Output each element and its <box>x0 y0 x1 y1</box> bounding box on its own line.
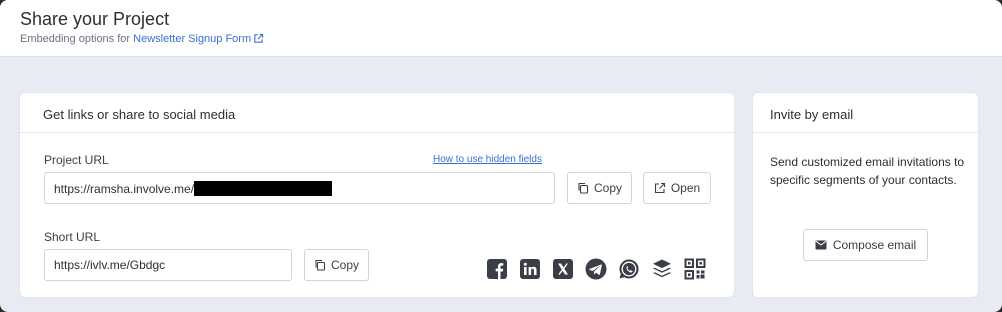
project-url-field[interactable]: https://ramsha.involve.me/ <box>44 172 555 204</box>
invite-card-header: Invite by email <box>753 93 978 133</box>
short-url-value: https://ivlv.me/Gbdgc <box>54 258 166 272</box>
copy-label: Copy <box>330 258 359 272</box>
facebook-icon[interactable] <box>486 258 508 280</box>
external-link-icon <box>254 33 264 43</box>
invite-card-title: Invite by email <box>770 107 854 122</box>
linkedin-icon[interactable] <box>519 258 541 280</box>
external-link-icon <box>654 182 665 194</box>
short-url-label: Short URL <box>44 230 101 244</box>
copy-label: Copy <box>593 181 622 195</box>
page-title: Share your Project <box>20 9 170 29</box>
redaction-bar <box>194 181 333 196</box>
project-url-value: https://ramsha.involve.me/ <box>54 182 195 196</box>
copy-project-url-button[interactable]: Copy <box>567 172 632 204</box>
project-link[interactable]: Newsletter Signup Form <box>133 33 264 45</box>
share-card-title: Get links or share to social media <box>43 107 236 122</box>
compose-email-label: Compose email <box>832 238 917 252</box>
project-link-label: Newsletter Signup Form <box>133 33 252 45</box>
copy-icon <box>578 182 589 194</box>
envelope-icon <box>815 240 827 250</box>
copy-icon <box>315 259 326 271</box>
whatsapp-icon[interactable] <box>618 258 640 280</box>
project-url-label: Project URL <box>44 153 109 167</box>
page-subtitle: Embedding options for Newsletter Signup … <box>20 33 264 45</box>
share-dialog: Share your Project Embedding options for… <box>0 0 1002 312</box>
compose-email-button[interactable]: Compose email <box>803 229 928 261</box>
copy-short-url-button[interactable]: Copy <box>304 249 369 281</box>
social-share-icons <box>486 258 706 280</box>
page-header: Share your Project Embedding options for… <box>0 0 1002 57</box>
invite-email-card: Invite by email Send customized email in… <box>752 92 979 298</box>
share-links-card: Get links or share to social media Proje… <box>19 92 735 298</box>
short-url-field[interactable]: https://ivlv.me/Gbdgc <box>44 249 292 281</box>
qr-code-icon[interactable] <box>684 258 706 280</box>
buffer-icon[interactable] <box>651 258 673 280</box>
open-label: Open <box>670 181 701 195</box>
telegram-icon[interactable] <box>585 258 607 280</box>
hidden-fields-help-link[interactable]: How to use hidden fields <box>433 154 542 165</box>
share-card-header: Get links or share to social media <box>20 93 734 133</box>
subtitle-prefix: Embedding options for <box>20 33 131 45</box>
invite-description: Send customized email invitations to spe… <box>770 155 965 187</box>
x-icon[interactable] <box>552 258 574 280</box>
open-project-url-button[interactable]: Open <box>643 172 711 204</box>
